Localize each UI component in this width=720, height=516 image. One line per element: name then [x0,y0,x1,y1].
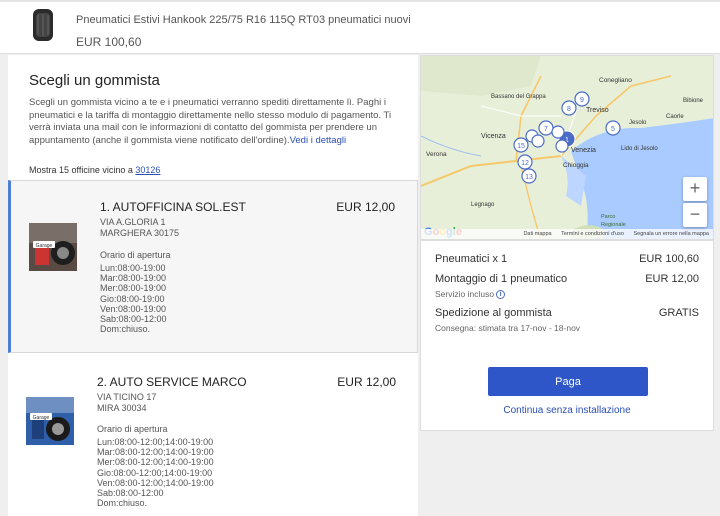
product-header: Pneumatici Estivi Hankook 225/75 R16 115… [0,2,720,54]
pay-button[interactable]: Paga [488,367,648,396]
service-note: Servizio incluso i [435,289,506,300]
mount-label: Montaggio di 1 pneumatico [435,273,568,285]
hours-fri: Ven:08:00-12:00;14:00-19:00 [97,477,214,488]
place-label: Jesolo [629,120,647,126]
shop-photo: Garage [26,397,74,445]
hours-thu: Gio:08:00-12:00;14:00-19:00 [97,467,213,478]
map-terms-link[interactable]: Termini e condizioni d'uso [561,231,624,237]
place-label: Lido di Jesolo [621,146,658,152]
hours-tue: Mar:08:00-12:00;14:00-19:00 [97,447,214,458]
zip-link[interactable]: 30126 [135,165,160,175]
tires-value: EUR 100,60 [639,253,699,265]
place-label: Bibione [683,98,704,104]
service-note-text: Servizio incluso [435,289,495,299]
tire-icon [33,9,53,41]
shop-address: VIA TICINO 17 MIRA 30034 [97,392,156,413]
shops-map[interactable]: Conegliano Treviso Bassano del Grappa Vi… [420,55,714,240]
tires-row: Pneumatici x 1 EUR 100,60 [435,253,699,265]
ship-label: Spedizione al gommista [435,307,552,319]
shop-picker-panel: Scegli un gommista Scegli un gommista vi… [8,55,418,516]
place-label: Parco [601,214,615,220]
place-label: Conegliano [599,77,632,84]
shop-price: EUR 12,00 [336,200,395,214]
map-canvas[interactable]: Conegliano Treviso Bassano del Grappa Vi… [421,56,714,240]
shop-city: MARGHERA 30175 [100,227,180,238]
delivery-note: Consegna: stimata tra 17-nov - 18-nov [435,323,581,333]
page-title: Scegli un gommista [29,72,160,89]
shop-photo: Garage [29,223,77,271]
zoom-in-button[interactable]: + [683,177,707,201]
shop-price: EUR 12,00 [337,375,396,389]
shown-prefix: Mostra 15 officine vicino a [29,165,133,175]
hours-tue: Mar:08:00-19:00 [100,273,167,284]
map-pin[interactable]: 12 [521,160,529,167]
hours-sun: Dom:chiuso. [97,498,148,509]
map-pin[interactable]: 13 [525,174,533,181]
order-summary: Pneumatici x 1 EUR 100,60 Montaggio di 1… [420,240,714,431]
hours-title: Orario di apertura [97,424,168,434]
place-label: Venezia [571,147,596,154]
shown-shops-info: Mostra 15 officine vicino a 30126 [29,165,160,175]
shop-name: 1. AUTOFFICINA SOL.EST [100,200,246,214]
hours-title: Orario di apertura [100,250,171,260]
hours-sat: Sab:08:00-12:00 [100,314,167,325]
map-pin[interactable]: 5 [611,126,615,133]
hours-mon: Lun:08:00-12:00;14:00-19:00 [97,437,214,447]
zoom-out-button[interactable]: − [683,203,707,227]
shop-card-2[interactable]: Garage 2. AUTO SERVICE MARCO EUR 12,00 V… [8,357,418,516]
shop-address: VIA A.GLORIA 1 MARGHERA 30175 [100,217,179,238]
shop-city: MIRA 30034 [97,402,147,413]
place-label: Caorle [666,114,684,120]
hours-thu: Gio:08:00-19:00 [100,293,165,304]
place-label: Bassano del Grappa [491,94,546,100]
hours-list: Lun:08:00-19:00 Mar:08:00-19:00 Mer:08:0… [100,263,167,334]
product-price: EUR 100,60 [76,35,142,49]
map-pin[interactable]: 8 [567,106,571,113]
shop-card-1[interactable]: Garage 1. AUTOFFICINA SOL.EST EUR 12,00 … [8,180,418,353]
map-data-link[interactable]: Dati mappa [523,231,551,237]
shop-street: VIA TICINO 17 [97,392,157,402]
tires-label: Pneumatici x 1 [435,253,508,265]
info-icon[interactable]: i [496,290,506,300]
shipping-row: Spedizione al gommista GRATIS [435,307,699,319]
hours-mon: Lun:08:00-19:00 [100,263,166,273]
photo-label: Garage [33,415,50,421]
place-label: Legnago [471,202,495,208]
place-label: Vicenza [481,133,506,140]
picker-description: Scegli un gommista vicino a te e i pneum… [29,97,407,147]
shop-name: 2. AUTO SERVICE MARCO [97,375,247,389]
hours-wed: Mer:08:00-12:00;14:00-19:00 [97,457,214,468]
continue-without-install-link[interactable]: Continua senza installazione [421,405,713,416]
map-attribution: Dati mappa Termini e condizioni d'uso Se… [421,229,713,239]
place-label: Chioggia [563,162,589,169]
map-pin[interactable]: 15 [517,143,525,150]
map-report-link[interactable]: Segnala un errore nella mappa [633,231,709,237]
mount-value: EUR 12,00 [645,273,699,285]
hours-sat: Sab:08:00-12:00 [97,488,164,499]
ship-value: GRATIS [658,307,699,319]
product-title: Pneumatici Estivi Hankook 225/75 R16 115… [76,14,411,26]
map-pin[interactable]: 7 [544,126,548,133]
place-label: Regionale [601,222,626,228]
map-pin[interactable]: 9 [580,97,584,104]
hours-wed: Mer:08:00-19:00 [100,283,167,294]
photo-label: Garage [36,243,53,249]
mount-row: Montaggio di 1 pneumatico EUR 12,00 [435,273,699,285]
details-link[interactable]: Vedi i dettagli [290,135,347,146]
hours-sun: Dom:chiuso. [100,324,151,335]
hours-list: Lun:08:00-12:00;14:00-19:00 Mar:08:00-12… [97,437,214,508]
place-label: Verona [426,151,447,158]
shop-street: VIA A.GLORIA 1 [100,217,166,227]
place-label: Treviso [586,107,609,114]
hours-fri: Ven:08:00-19:00 [100,303,167,314]
